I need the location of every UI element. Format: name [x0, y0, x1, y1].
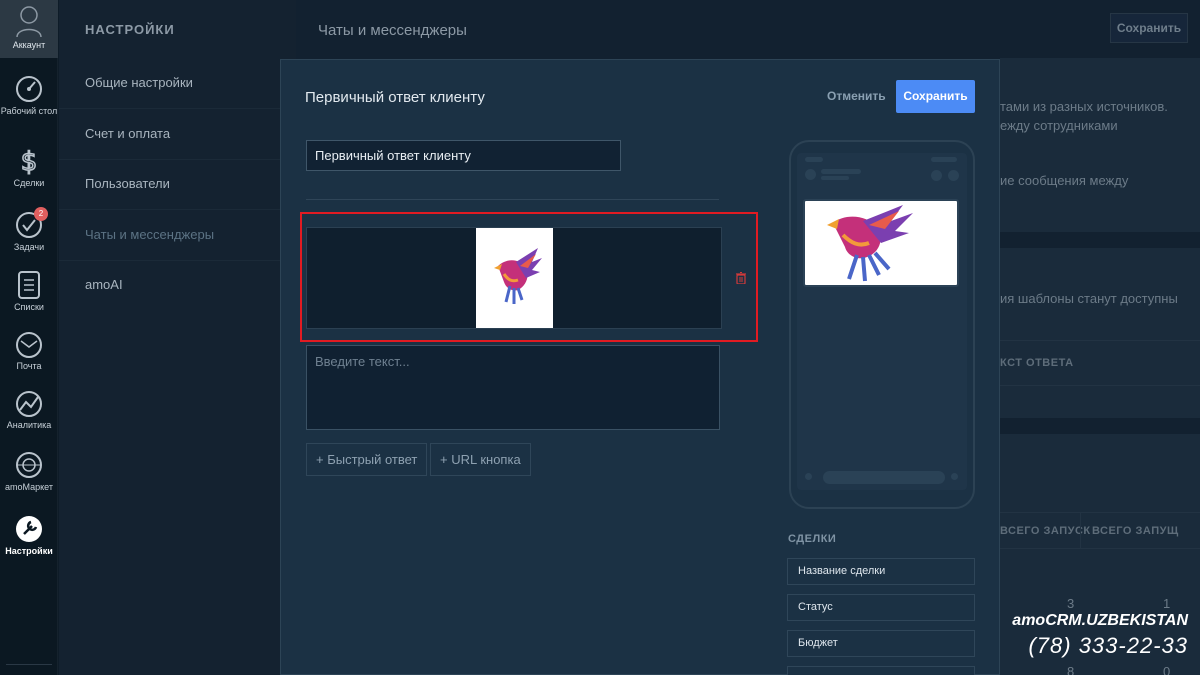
nav-item-mail[interactable]: Почта [0, 331, 58, 372]
preview-message-image [803, 199, 959, 287]
wrench-icon [16, 516, 42, 542]
bg-value: 1 [1163, 596, 1171, 611]
attached-image [476, 228, 553, 328]
analytics-icon [16, 391, 42, 417]
quick-reply-button[interactable]: + Быстрый ответ [306, 443, 428, 476]
watermark-phone: (78) 333-22-33 [1028, 633, 1188, 658]
mail-icon [16, 332, 42, 358]
dashboard-icon [16, 76, 42, 102]
nav-item-label: Списки [14, 302, 44, 312]
main-save-button[interactable]: Сохранить [1110, 13, 1188, 43]
bg-value: 3 [1067, 596, 1075, 611]
nav-item-lists[interactable]: Списки [0, 270, 58, 313]
deals-section-title: СДЕЛКИ [788, 533, 837, 545]
bg-text: ия шаблоны станут доступны [1000, 291, 1178, 306]
nav-item-market[interactable]: amoМаркет [0, 450, 58, 493]
bg-heading: ВСЕГО ЗАПУЩ [1092, 525, 1179, 537]
nav-item-tasks[interactable]: 2 Задачи [0, 207, 58, 253]
bg-divider [1000, 548, 1200, 549]
modal-title: Первичный ответ клиенту [305, 89, 485, 106]
tag-status[interactable]: Статус [787, 594, 975, 621]
bg-heading: ВСЕГО ЗАПУСК [1000, 525, 1091, 537]
list-icon [18, 271, 40, 299]
avatar-icon [16, 6, 42, 37]
dollar-icon: $ [20, 146, 38, 176]
phone-preview [789, 140, 975, 509]
sidebar-item-users[interactable]: Пользователи [59, 159, 296, 210]
watermark-brand: amoCRM.UZBEKISTAN [1012, 612, 1188, 629]
nav-divider [6, 664, 52, 665]
bird-logo-icon [494, 248, 542, 304]
bird-logo-icon [827, 205, 913, 282]
bg-text: ежду сотрудниками [1000, 118, 1118, 133]
page-title: Чаты и мессенджеры [318, 22, 467, 39]
template-name-input[interactable]: Первичный ответ клиенту [306, 140, 621, 171]
nav-item-label: Почта [16, 361, 42, 371]
bg-divider [1000, 512, 1200, 513]
bg-divider [1000, 340, 1200, 341]
phone-screen [797, 153, 967, 490]
bg-divider [1000, 385, 1200, 386]
trash-icon[interactable] [736, 272, 746, 284]
nav-item-dashboard[interactable]: Рабочий стол [0, 74, 58, 117]
account-button[interactable]: Аккаунт [0, 0, 58, 58]
save-button[interactable]: Сохранить [896, 80, 975, 113]
cancel-button[interactable]: Отменить [827, 89, 886, 103]
nav-item-label: Аналитика [6, 420, 52, 430]
sidebar-item-amoai[interactable]: amoAI [59, 260, 296, 311]
divider [306, 199, 719, 200]
bg-value: 0 [1163, 664, 1171, 675]
bg-col-divider [1080, 512, 1081, 548]
nav-item-analytics[interactable]: Аналитика [0, 390, 58, 431]
settings-sidebar: НАСТРОЙКИ Общие настройки Счет и оплата … [59, 0, 296, 675]
response-modal: Первичный ответ клиенту Отменить Сохрани… [280, 59, 1000, 675]
bg-value: 8 [1067, 664, 1075, 675]
url-button-button[interactable]: + URL кнопка [430, 443, 531, 476]
account-label: Аккаунт [12, 40, 46, 50]
tasks-badge: 2 [34, 207, 48, 221]
sidebar-item-general[interactable]: Общие настройки [59, 58, 296, 109]
settings-title: НАСТРОЙКИ [85, 22, 175, 37]
bg-text: тами из разных источников. [1000, 99, 1168, 114]
nav-item-label: amoМаркет [5, 482, 53, 492]
tag-more[interactable] [787, 666, 975, 675]
bg-heading: КСТ ОТВЕТА [1000, 357, 1074, 369]
nav-item-label: Рабочий стол [0, 106, 58, 116]
svg-text:$: $ [21, 147, 38, 176]
bg-card [1000, 58, 1200, 232]
sidebar-item-chats[interactable]: Чаты и мессенджеры [59, 210, 296, 261]
message-text-input[interactable]: Введите текст... [306, 345, 720, 430]
sidebar-item-billing[interactable]: Счет и оплата [59, 109, 296, 160]
bg-text: ие сообщения между [1000, 173, 1129, 188]
market-icon [16, 452, 42, 478]
nav-item-deals[interactable]: $ Сделки [0, 146, 58, 189]
nav-item-settings[interactable]: Настройки [0, 514, 58, 557]
left-nav-bar: Аккаунт Рабочий стол $ Сделки 2 Задачи С… [0, 0, 58, 675]
media-attachment[interactable] [306, 227, 722, 329]
tag-deal-name[interactable]: Название сделки [787, 558, 975, 585]
nav-item-label: Настройки [5, 546, 53, 556]
tag-budget[interactable]: Бюджет [787, 630, 975, 657]
nav-item-label: Задачи [13, 242, 45, 252]
nav-item-label: Сделки [13, 178, 45, 188]
bg-card [1000, 248, 1200, 418]
